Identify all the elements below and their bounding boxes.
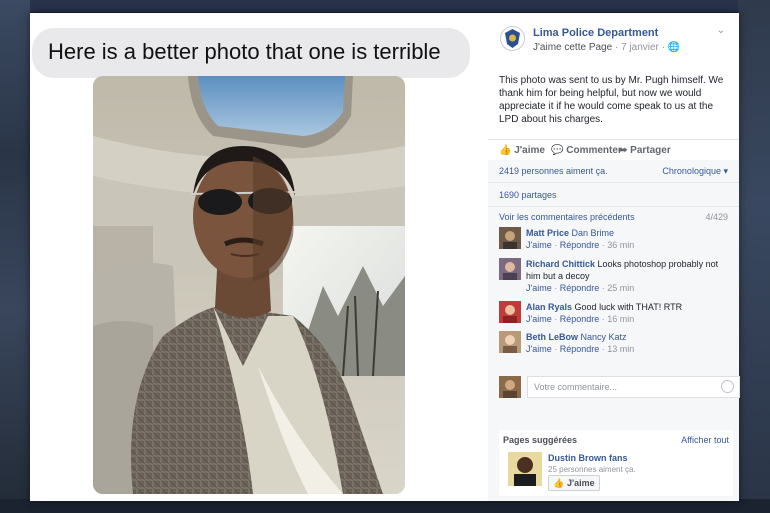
background-top (0, 0, 770, 12)
avatar[interactable] (499, 331, 521, 353)
comment-meta: J'aime · Répondre · 36 min (526, 240, 635, 250)
tagged-name[interactable]: Nancy Katz (581, 332, 627, 342)
comment-body: Richard Chittick Looks photoshop probabl… (526, 258, 731, 294)
post-body: This photo was sent to us by Mr. Pugh hi… (499, 75, 724, 125)
photo-lightbox: Here is a better photo that one is terri… (30, 13, 740, 501)
comment-count: 4/429 (705, 212, 728, 222)
meta-separator-2: · (661, 42, 666, 53)
commenter-name[interactable]: Alan Ryals (526, 302, 572, 312)
message-bubble: Here is a better photo that one is terri… (32, 28, 470, 78)
post-actions: 👍 J'aime 💬 Commenter ➦ Partager (488, 139, 739, 160)
comment-meta: J'aime · Répondre · 25 min (526, 283, 635, 293)
avatar[interactable] (499, 301, 521, 323)
divider (488, 182, 739, 183)
suggested-page-likes: 25 personnes aiment ça. (548, 465, 636, 474)
share-label: Partager (630, 145, 671, 156)
feedback-area: 2419 personnes aiment ça. Chronologique … (488, 160, 740, 501)
comment-meta: J'aime · Répondre · 13 min (526, 344, 635, 354)
comment-meta: J'aime · Répondre · 16 min (526, 314, 635, 324)
commenter-name[interactable]: Richard Chittick (526, 259, 595, 269)
avatar[interactable] (499, 227, 521, 249)
suggested-page-avatar[interactable] (508, 452, 542, 486)
like-page-button-label: J'aime (567, 478, 595, 488)
like-button[interactable]: 👍 J'aime (499, 145, 545, 156)
sort-order-select[interactable]: Chronologique ▾ (662, 166, 728, 177)
comment-body: Alan Ryals Good luck with THAT! RTR J'ai… (526, 301, 731, 325)
like-page-link[interactable]: J'aime cette Page (533, 42, 612, 53)
post-sidebar: Lima Police Department J'aime cette Page… (488, 13, 740, 501)
comment-reply-link[interactable]: Répondre (560, 283, 600, 293)
page-name-link[interactable]: Lima Police Department (533, 27, 658, 39)
comment-button[interactable]: 💬 Commenter (551, 145, 622, 156)
see-all-link[interactable]: Afficher tout (681, 435, 729, 445)
chevron-down-icon[interactable]: ⌄ (717, 25, 725, 36)
post-date[interactable]: 7 janvier (621, 42, 659, 53)
comment-composer: Votre commentaire... (499, 376, 740, 400)
sort-order-label: Chronologique (662, 166, 721, 176)
photo-panel[interactable]: Here is a better photo that one is terri… (30, 13, 488, 501)
commenter-name[interactable]: Beth LeBow (526, 332, 578, 342)
suggested-pages: Pages suggérées Afficher tout Dustin Bro… (499, 430, 733, 496)
selfie-photo[interactable] (93, 76, 405, 494)
comment-like-link[interactable]: J'aime (526, 314, 552, 324)
comment-body: Beth LeBow Nancy Katz J'aime · Répondre … (526, 331, 731, 355)
avatar (499, 376, 521, 398)
car-selfie-image (93, 76, 405, 494)
comment-label: Commenter (566, 145, 622, 156)
message-text: Here is a better photo that one is terri… (48, 39, 441, 64)
post-header: Lima Police Department J'aime cette Page… (488, 13, 739, 73)
background-right (738, 0, 770, 513)
comment-time[interactable]: 16 min (607, 314, 634, 324)
comment-text: Good luck with THAT! RTR (574, 302, 683, 312)
suggested-title: Pages suggérées (503, 435, 578, 445)
comment-reply-link[interactable]: Répondre (560, 240, 600, 250)
comment-like-link[interactable]: J'aime (526, 240, 552, 250)
police-badge-logo[interactable] (499, 25, 526, 52)
like-label: J'aime (514, 145, 545, 156)
comment-time[interactable]: 13 min (607, 344, 634, 354)
comment-time[interactable]: 25 min (607, 283, 634, 293)
globe-icon: 🌐 (667, 42, 681, 53)
post-meta: J'aime cette Page · 7 janvier · 🌐 (533, 42, 680, 53)
comment-reply-link[interactable]: Répondre (560, 314, 600, 324)
comment-body: Matt Price Dan Brime J'aime · Répondre ·… (526, 227, 731, 251)
background-left (0, 0, 30, 513)
likes-count[interactable]: 2419 personnes aiment ça. (499, 166, 608, 176)
like-page-button[interactable]: 👍 J'aime (548, 475, 600, 491)
comment-like-link[interactable]: J'aime (526, 283, 552, 293)
meta-separator: · (614, 42, 619, 53)
comment-reply-link[interactable]: Répondre (560, 344, 600, 354)
shares-count[interactable]: 1690 partages (499, 190, 557, 200)
emoji-icon[interactable] (721, 380, 734, 393)
avatar[interactable] (499, 258, 521, 280)
tagged-name[interactable]: Dan Brime (572, 228, 615, 238)
comment-time[interactable]: 36 min (607, 240, 634, 250)
comment-like-link[interactable]: J'aime (526, 344, 552, 354)
suggested-page-name[interactable]: Dustin Brown fans (548, 453, 628, 463)
comment-input[interactable]: Votre commentaire... (527, 376, 740, 398)
share-button[interactable]: ➦ Partager (619, 145, 671, 156)
background-bottom (0, 499, 770, 513)
commenter-name[interactable]: Matt Price (526, 228, 569, 238)
divider (488, 206, 739, 207)
previous-comments-link[interactable]: Voir les commentaires précédents (499, 212, 635, 222)
